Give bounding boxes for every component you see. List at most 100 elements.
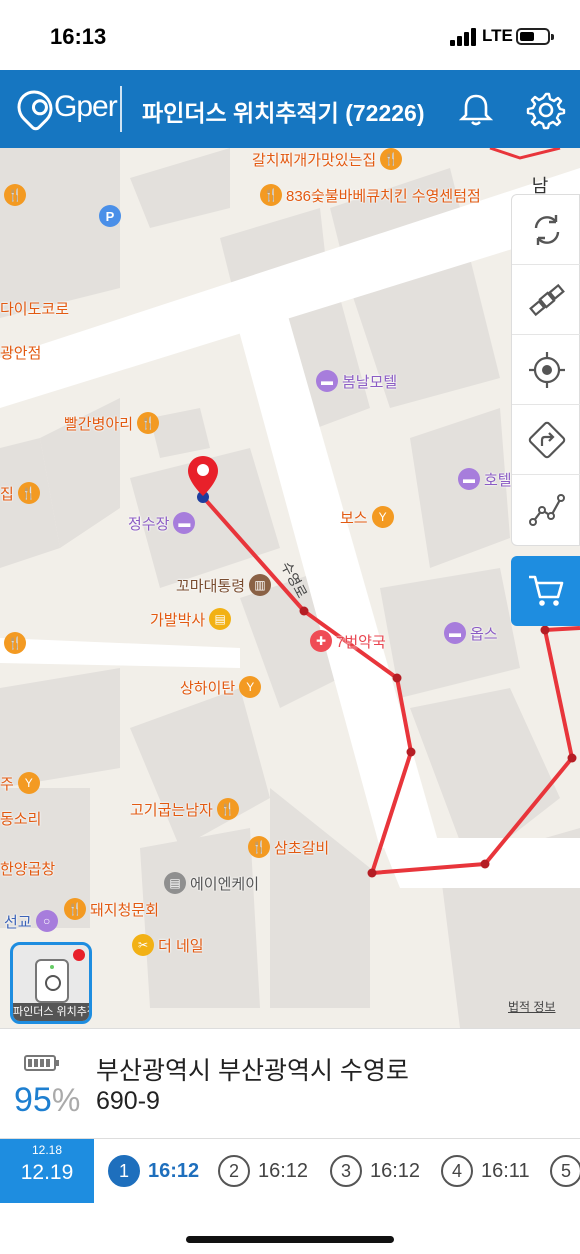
map-toolbar	[511, 194, 580, 546]
restaurant-icon: 🍴	[4, 184, 26, 206]
poi[interactable]: 동소리	[0, 808, 41, 829]
poi-label: 빨간병아리	[64, 415, 134, 433]
poi-label: 다이도코로	[0, 301, 70, 318]
poi-label: 가발박사	[150, 611, 206, 629]
poi[interactable]: 빨간병아리 🍴	[64, 412, 160, 434]
poi[interactable]: 🍴 836숯불바베큐치킨 수영센텀점	[260, 184, 481, 206]
poi-label: 동소리	[0, 811, 42, 828]
poi[interactable]: 🍴 돼지청문회	[64, 898, 159, 920]
poi[interactable]: ▤ 에이엔케이	[164, 872, 259, 894]
poi-label: 집	[0, 485, 14, 503]
svg-text:P: P	[106, 209, 115, 224]
home-indicator[interactable]	[186, 1236, 394, 1243]
bell-icon[interactable]	[456, 90, 496, 130]
poi-label: 선교	[4, 913, 32, 931]
gper-logo: Gper	[10, 83, 118, 133]
restaurant-icon: 🍴	[64, 898, 86, 920]
poi[interactable]: 한양곱창	[0, 858, 55, 879]
timeline-time: 16:12	[148, 1159, 200, 1182]
hotel-icon: ▬	[316, 370, 338, 392]
location-pin-icon[interactable]	[186, 454, 220, 498]
poi[interactable]: 다이도코로	[0, 298, 69, 319]
poi[interactable]: 고기굽는남자 🍴	[130, 798, 239, 820]
timeline-number: 4	[441, 1155, 473, 1187]
date-selector[interactable]: 12.18 12.19	[0, 1139, 94, 1203]
battery-level-icon	[24, 1055, 59, 1071]
poi[interactable]: 선교 ○	[4, 910, 58, 932]
my-location-button[interactable]	[512, 335, 580, 405]
poi-label: 광안점	[0, 345, 42, 362]
previous-date: 12.18	[31, 1143, 63, 1157]
poi[interactable]: ✚ 7번약국	[310, 630, 386, 652]
alert-dot	[73, 949, 85, 961]
refresh-icon	[534, 214, 559, 245]
timeline-item-5[interactable]: 5	[550, 1155, 580, 1187]
header-divider	[120, 86, 122, 132]
current-date: 12.19	[20, 1161, 74, 1184]
gear-icon[interactable]	[526, 90, 566, 130]
poi[interactable]: 상하이탄 Y	[180, 676, 262, 698]
timeline-number: 2	[218, 1155, 250, 1187]
legal-info-link[interactable]: 법적 정보	[508, 998, 556, 1015]
battery-value: 95	[14, 1081, 52, 1119]
poi-label: 고기굽는남자	[130, 801, 213, 819]
route-icon	[528, 494, 565, 526]
poi[interactable]: 갈치찌개가맛있는집 🍴	[252, 148, 403, 170]
timeline-number: 1	[108, 1155, 140, 1187]
poi[interactable]: 가발박사 ▤	[150, 608, 232, 630]
poi[interactable]: ▬ 옵스	[444, 622, 498, 644]
pharmacy-icon: ✚	[310, 630, 332, 652]
bar-icon: Y	[371, 506, 394, 528]
bar-icon: Y	[239, 676, 262, 698]
poi[interactable]: 집 🍴	[0, 482, 40, 504]
restaurant-icon: 🍴	[4, 632, 26, 654]
timeline-number: 3	[330, 1155, 362, 1187]
satellite-icon	[528, 283, 565, 316]
address-line-1: 부산광역시 부산광역시 수영로	[96, 1057, 409, 1085]
poi[interactable]: 광안점	[0, 342, 41, 363]
restaurant-icon: 🍴	[137, 412, 160, 434]
logo-text: Gper	[54, 90, 118, 123]
poi-label: 봄날모텔	[342, 373, 398, 391]
timeline-item-4[interactable]: 4 16:11	[441, 1155, 530, 1187]
shop-icon: ▤	[209, 608, 232, 630]
hotel-icon: ▬	[173, 512, 196, 534]
poi-label: 한양곱창	[0, 861, 56, 878]
percent-symbol: %	[51, 1082, 81, 1118]
poi[interactable]: 🍴	[4, 184, 26, 206]
satellite-button[interactable]	[512, 265, 580, 335]
timeline-bar: 12.18 12.19 1 16:12 2 16:12 3 16:12 4 16…	[0, 1138, 580, 1203]
shop-cart-button[interactable]	[511, 556, 580, 626]
directions-button[interactable]	[512, 405, 580, 475]
network-label: LTE	[482, 26, 513, 45]
poi[interactable]: 🍴	[4, 632, 26, 654]
poi-label: 갈치찌개가맛있는집	[252, 151, 377, 169]
timeline-item-2[interactable]: 2 16:12	[218, 1155, 308, 1187]
timeline-item-3[interactable]: 3 16:12	[330, 1155, 420, 1187]
device-label: 파인더스 위치추적	[13, 1003, 89, 1021]
poi[interactable]: 주Y	[0, 772, 40, 794]
poi[interactable]: 보스 Y	[340, 506, 394, 528]
poi-label: 더 네일	[158, 937, 204, 955]
poi-label: 상하이탄	[180, 679, 236, 697]
timeline-item-1[interactable]: 1 16:12	[108, 1155, 199, 1187]
route-button[interactable]	[512, 475, 580, 545]
subway-icon: ○	[35, 910, 58, 932]
poi[interactable]: 정수장 ▬	[128, 512, 196, 534]
poi[interactable]: 🍴 삼초갈비	[248, 836, 329, 858]
timeline-time: 16:12	[370, 1159, 421, 1182]
poi[interactable]: ✂ 더 네일	[132, 934, 204, 956]
map-view[interactable]: P 갈치찌개가맛있는집 🍴 🍴 836숯불바베큐치킨 수영센텀점 🍴 다이도코로 광…	[0, 148, 580, 1028]
device-thumbnail[interactable]: 파인더스 위치추적	[10, 942, 92, 1024]
poi-label: 옵스	[470, 625, 498, 643]
building-icon: ▤	[164, 872, 186, 894]
restaurant-icon: 🍴	[380, 148, 403, 170]
battery-icon	[516, 28, 554, 45]
timeline-time: 16:12	[258, 1159, 309, 1182]
poi[interactable]: ▬ 봄날모텔	[316, 370, 397, 392]
refresh-button[interactable]	[512, 195, 580, 265]
poi[interactable]: 꼬마대통령 ▥	[176, 574, 272, 596]
timeline-time: 16:11	[481, 1159, 530, 1182]
poi-label: 7번약국	[336, 633, 386, 651]
building-icon: ▥	[249, 574, 272, 596]
